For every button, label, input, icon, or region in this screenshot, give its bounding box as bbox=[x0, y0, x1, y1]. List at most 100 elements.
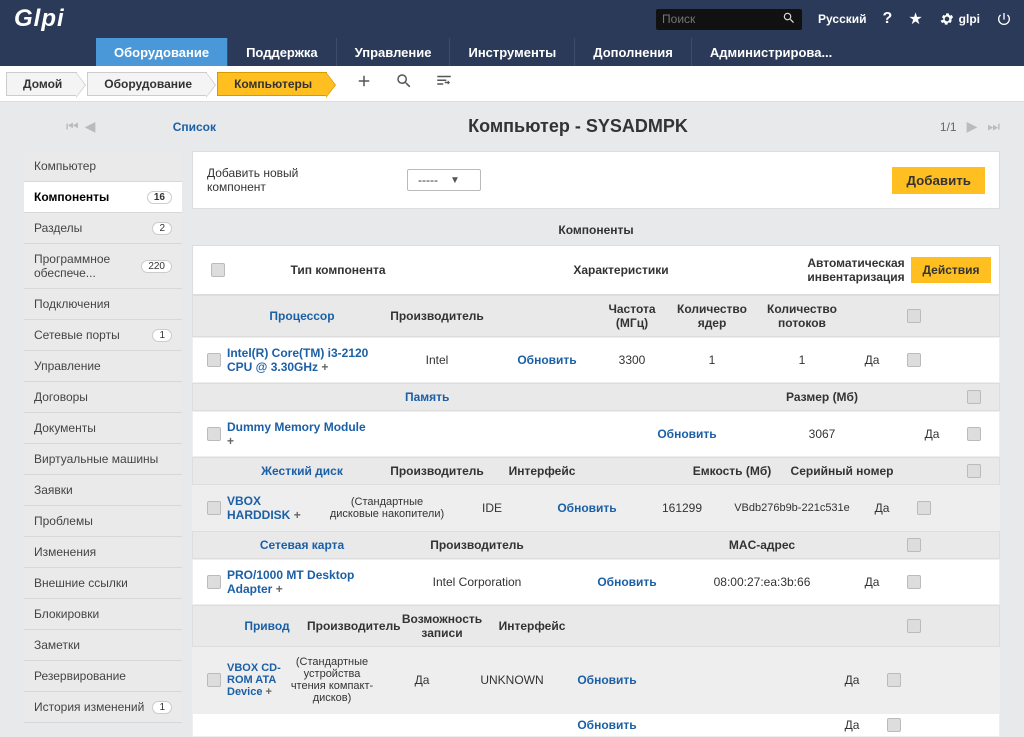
component-link[interactable]: VBOX CD-ROM ATA Device + bbox=[227, 662, 287, 698]
settings-user[interactable]: glpi bbox=[939, 11, 980, 27]
sidebar-item[interactable]: Программное обеспече...220 bbox=[24, 244, 182, 289]
pager-first-left[interactable]: ⏮ bbox=[66, 118, 79, 135]
chevron-down-icon: ▼ bbox=[450, 175, 460, 186]
update-link[interactable]: Обновить bbox=[557, 501, 616, 515]
power-icon[interactable] bbox=[996, 11, 1012, 27]
star-icon[interactable]: ★ bbox=[908, 9, 922, 29]
sidebar-item[interactable]: Подключения bbox=[24, 289, 182, 320]
sidebar-item[interactable]: Компоненты16 bbox=[24, 182, 182, 213]
cell-mac: 08:00:27:ea:3b:66 bbox=[677, 575, 847, 589]
plus-icon[interactable]: + bbox=[266, 686, 272, 698]
nav-tab-equipment[interactable]: Оборудование bbox=[96, 38, 227, 66]
help-icon[interactable]: ? bbox=[883, 10, 893, 28]
row-action-checkbox[interactable] bbox=[887, 673, 901, 687]
add-button[interactable]: Добавить bbox=[892, 167, 985, 194]
section-checkbox[interactable] bbox=[907, 309, 921, 323]
sidebar-item[interactable]: Изменения bbox=[24, 537, 182, 568]
add-icon[interactable] bbox=[355, 72, 373, 95]
row-checkbox[interactable] bbox=[207, 353, 221, 367]
component-link[interactable]: Dummy Memory Module + bbox=[227, 420, 377, 448]
nav-tab-admin[interactable]: Администрирова... bbox=[691, 38, 850, 66]
section-checkbox[interactable] bbox=[967, 464, 981, 478]
row-checkbox[interactable] bbox=[207, 575, 221, 589]
sidebar-item[interactable]: История изменений1 bbox=[24, 692, 182, 723]
row-action-checkbox[interactable] bbox=[907, 353, 921, 367]
table-row: PRO/1000 MT Desktop Adapter + Intel Corp… bbox=[192, 559, 1000, 605]
section-name-memory[interactable]: Память bbox=[377, 390, 477, 404]
sidebar-item[interactable]: Сетевые порты1 bbox=[24, 320, 182, 351]
sidebar-item[interactable]: Виртуальные машины bbox=[24, 444, 182, 475]
checkbox-all[interactable] bbox=[211, 263, 225, 277]
update-link[interactable]: Обновить bbox=[657, 427, 716, 441]
crumb-computers[interactable]: Компьютеры bbox=[217, 72, 327, 96]
main-panel: Добавить новый компонент ----- ▼ Добавит… bbox=[192, 151, 1000, 737]
row-action-checkbox[interactable] bbox=[887, 718, 901, 732]
section-name-network[interactable]: Сетевая карта bbox=[227, 538, 377, 552]
cell-cores: 1 bbox=[667, 353, 757, 367]
plus-icon[interactable]: + bbox=[276, 582, 283, 596]
sidebar-item-label: Заметки bbox=[34, 638, 80, 652]
update-link[interactable]: Обновить bbox=[517, 353, 576, 367]
update-link[interactable]: Обновить bbox=[597, 575, 656, 589]
pager-next[interactable]: ▶ bbox=[967, 118, 978, 135]
section-checkbox[interactable] bbox=[907, 619, 921, 633]
section-checkbox[interactable] bbox=[967, 390, 981, 404]
list-link[interactable]: Список bbox=[173, 120, 216, 134]
component-link[interactable]: Intel(R) Core(TM) i3-2120 CPU @ 3.30GHz … bbox=[227, 346, 377, 374]
section-name-processor[interactable]: Процессор bbox=[227, 309, 377, 323]
sidebar-item[interactable]: Разделы2 bbox=[24, 213, 182, 244]
cell-auto: Да bbox=[827, 673, 877, 687]
nav-tab-plugins[interactable]: Дополнения bbox=[574, 38, 691, 66]
sidebar-item[interactable]: Проблемы bbox=[24, 506, 182, 537]
sidebar-item[interactable]: Управление bbox=[24, 351, 182, 382]
update-link[interactable]: Обновить bbox=[577, 718, 636, 732]
plus-icon[interactable]: + bbox=[294, 508, 301, 522]
language-link[interactable]: Русский bbox=[818, 12, 867, 26]
search-input[interactable] bbox=[662, 12, 782, 26]
sidebar-item[interactable]: Договоры bbox=[24, 382, 182, 413]
crumb-home[interactable]: Домой bbox=[6, 72, 77, 96]
sidebar-item[interactable]: Заметки bbox=[24, 630, 182, 661]
row-action-checkbox[interactable] bbox=[917, 501, 931, 515]
top-right: Русский ? ★ glpi bbox=[656, 9, 1012, 30]
sidebar-item[interactable]: Блокировки bbox=[24, 599, 182, 630]
cell-auto: Да bbox=[907, 427, 957, 441]
search-tool-icon[interactable] bbox=[395, 72, 413, 95]
component-type-select[interactable]: ----- ▼ bbox=[407, 169, 481, 191]
row-checkbox[interactable] bbox=[207, 427, 221, 441]
plus-icon[interactable]: + bbox=[321, 360, 328, 374]
sidebar-item[interactable]: Внешние ссылки bbox=[24, 568, 182, 599]
sidebar-item[interactable]: Заявки bbox=[24, 475, 182, 506]
list-settings-icon[interactable] bbox=[435, 72, 453, 95]
crumb-equipment[interactable]: Оборудование bbox=[87, 72, 207, 96]
nav-tab-management[interactable]: Управление bbox=[336, 38, 450, 66]
row-action-checkbox[interactable] bbox=[907, 575, 921, 589]
row-checkbox[interactable] bbox=[207, 501, 221, 515]
section-name-hdd[interactable]: Жесткий диск bbox=[227, 464, 377, 478]
pager-prev-left[interactable]: ◀ bbox=[85, 118, 96, 135]
plus-icon[interactable]: + bbox=[227, 434, 234, 448]
pager: 1/1 ▶ ⏭ bbox=[940, 118, 1000, 135]
row-checkbox[interactable] bbox=[207, 673, 221, 687]
nav-tab-tools[interactable]: Инструменты bbox=[449, 38, 574, 66]
section-header-memory: Память Размер (Мб) bbox=[192, 383, 1000, 411]
sidebar-item[interactable]: Резервирование bbox=[24, 661, 182, 692]
logo[interactable]: Glpi bbox=[0, 0, 79, 38]
sidebar-item[interactable]: Компьютер bbox=[24, 151, 182, 182]
sidebar-item-label: Резервирование bbox=[34, 669, 126, 683]
update-link[interactable]: Обновить bbox=[577, 673, 636, 687]
component-link[interactable]: PRO/1000 MT Desktop Adapter + bbox=[227, 568, 377, 596]
sidebar-item-label: Заявки bbox=[34, 483, 73, 497]
row-action-checkbox[interactable] bbox=[967, 427, 981, 441]
section-header-drive: Привод Производитель Возможность записи … bbox=[192, 605, 1000, 647]
cell-serial: VBdb276b9b-221c531e bbox=[727, 502, 857, 514]
nav-tab-support[interactable]: Поддержка bbox=[227, 38, 336, 66]
pager-last[interactable]: ⏭ bbox=[987, 118, 1000, 135]
component-link[interactable]: VBOX HARDDISK + bbox=[227, 494, 327, 522]
sidebar-item[interactable]: Документы bbox=[24, 413, 182, 444]
search-icon[interactable] bbox=[782, 11, 796, 28]
section-checkbox[interactable] bbox=[907, 538, 921, 552]
sidebar-item-label: Виртуальные машины bbox=[34, 452, 158, 466]
section-name-drive[interactable]: Привод bbox=[227, 619, 307, 633]
search-box[interactable] bbox=[656, 9, 802, 30]
